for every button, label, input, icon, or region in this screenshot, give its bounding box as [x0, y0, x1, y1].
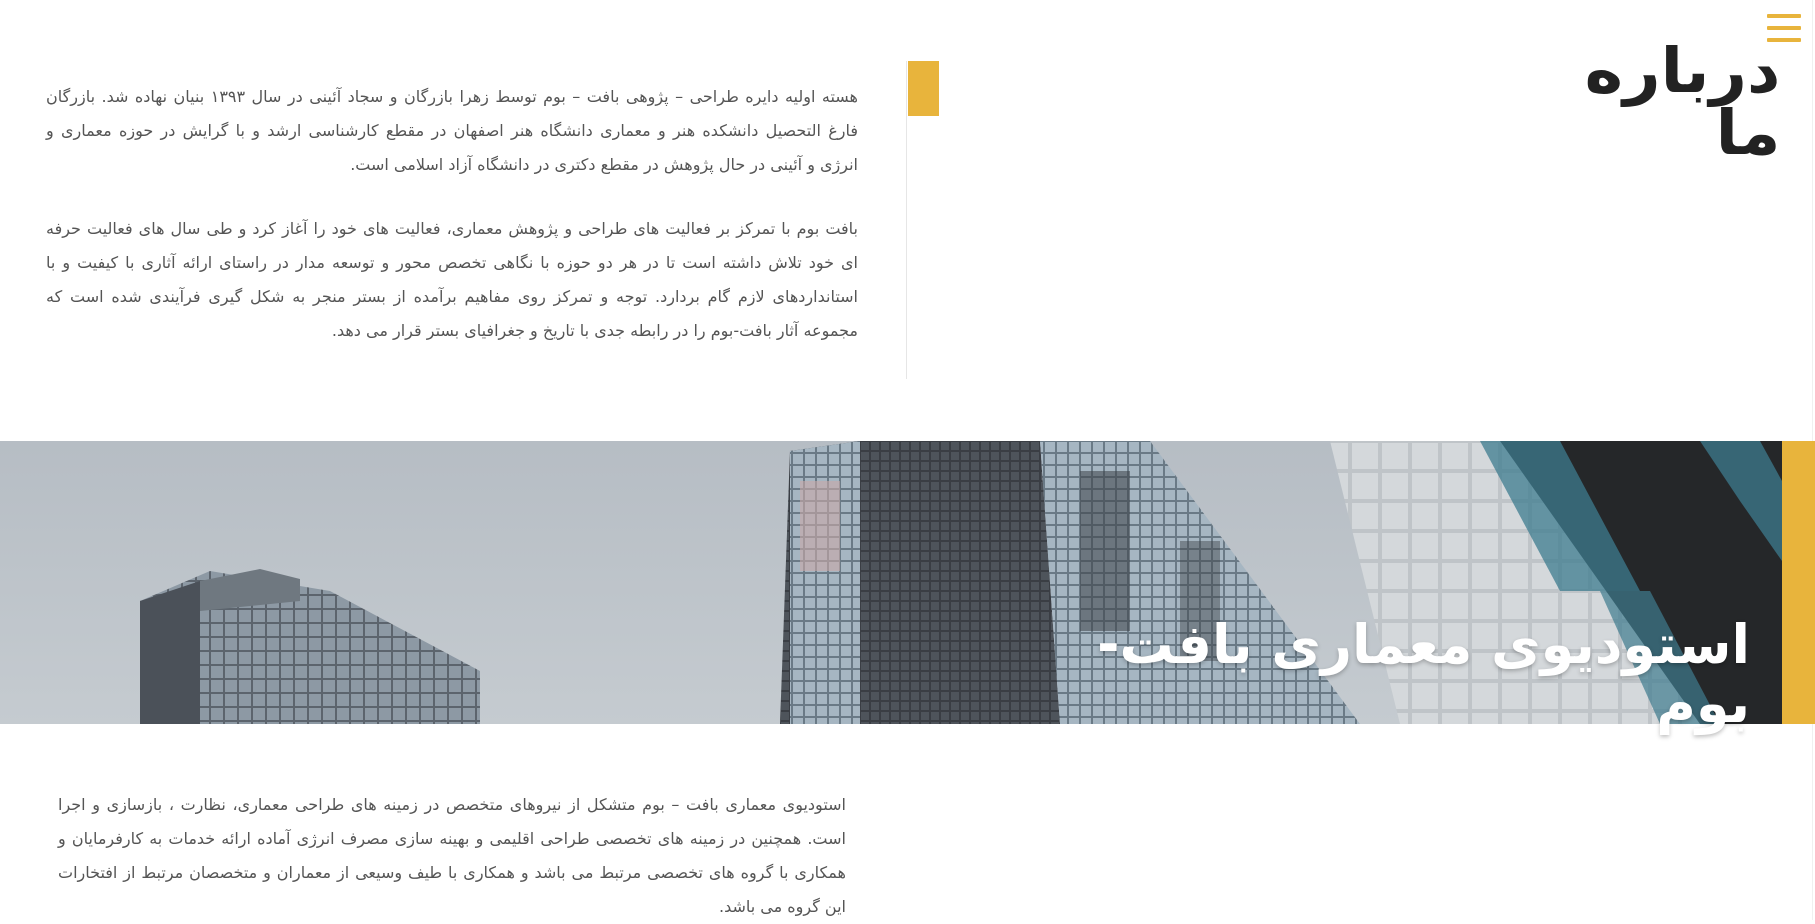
- about-paragraph-1: هسته اولیه دایره طراحی – پژوهی بافت – بو…: [46, 87, 858, 174]
- banner-accent-bar: [1782, 441, 1815, 724]
- about-title: درباره ما: [1584, 34, 1782, 169]
- about-text: هسته اولیه دایره طراحی – پژوهی بافت – بو…: [46, 80, 858, 378]
- about-divider: [906, 61, 907, 379]
- about-accent-bar: [908, 61, 939, 116]
- about-paragraph-2: بافت بوم با تمرکز بر فعالیت های طراحی و …: [46, 219, 858, 340]
- menu-bar: [1767, 26, 1801, 30]
- menu-bar: [1767, 14, 1801, 18]
- banner-title: استودیوی معماری بافت-بوم: [1097, 613, 1751, 736]
- studio-paragraph: استودیوی معماری بافت – بوم متشکل از نیرو…: [58, 795, 846, 916]
- studio-text: استودیوی معماری بافت – بوم متشکل از نیرو…: [58, 788, 846, 924]
